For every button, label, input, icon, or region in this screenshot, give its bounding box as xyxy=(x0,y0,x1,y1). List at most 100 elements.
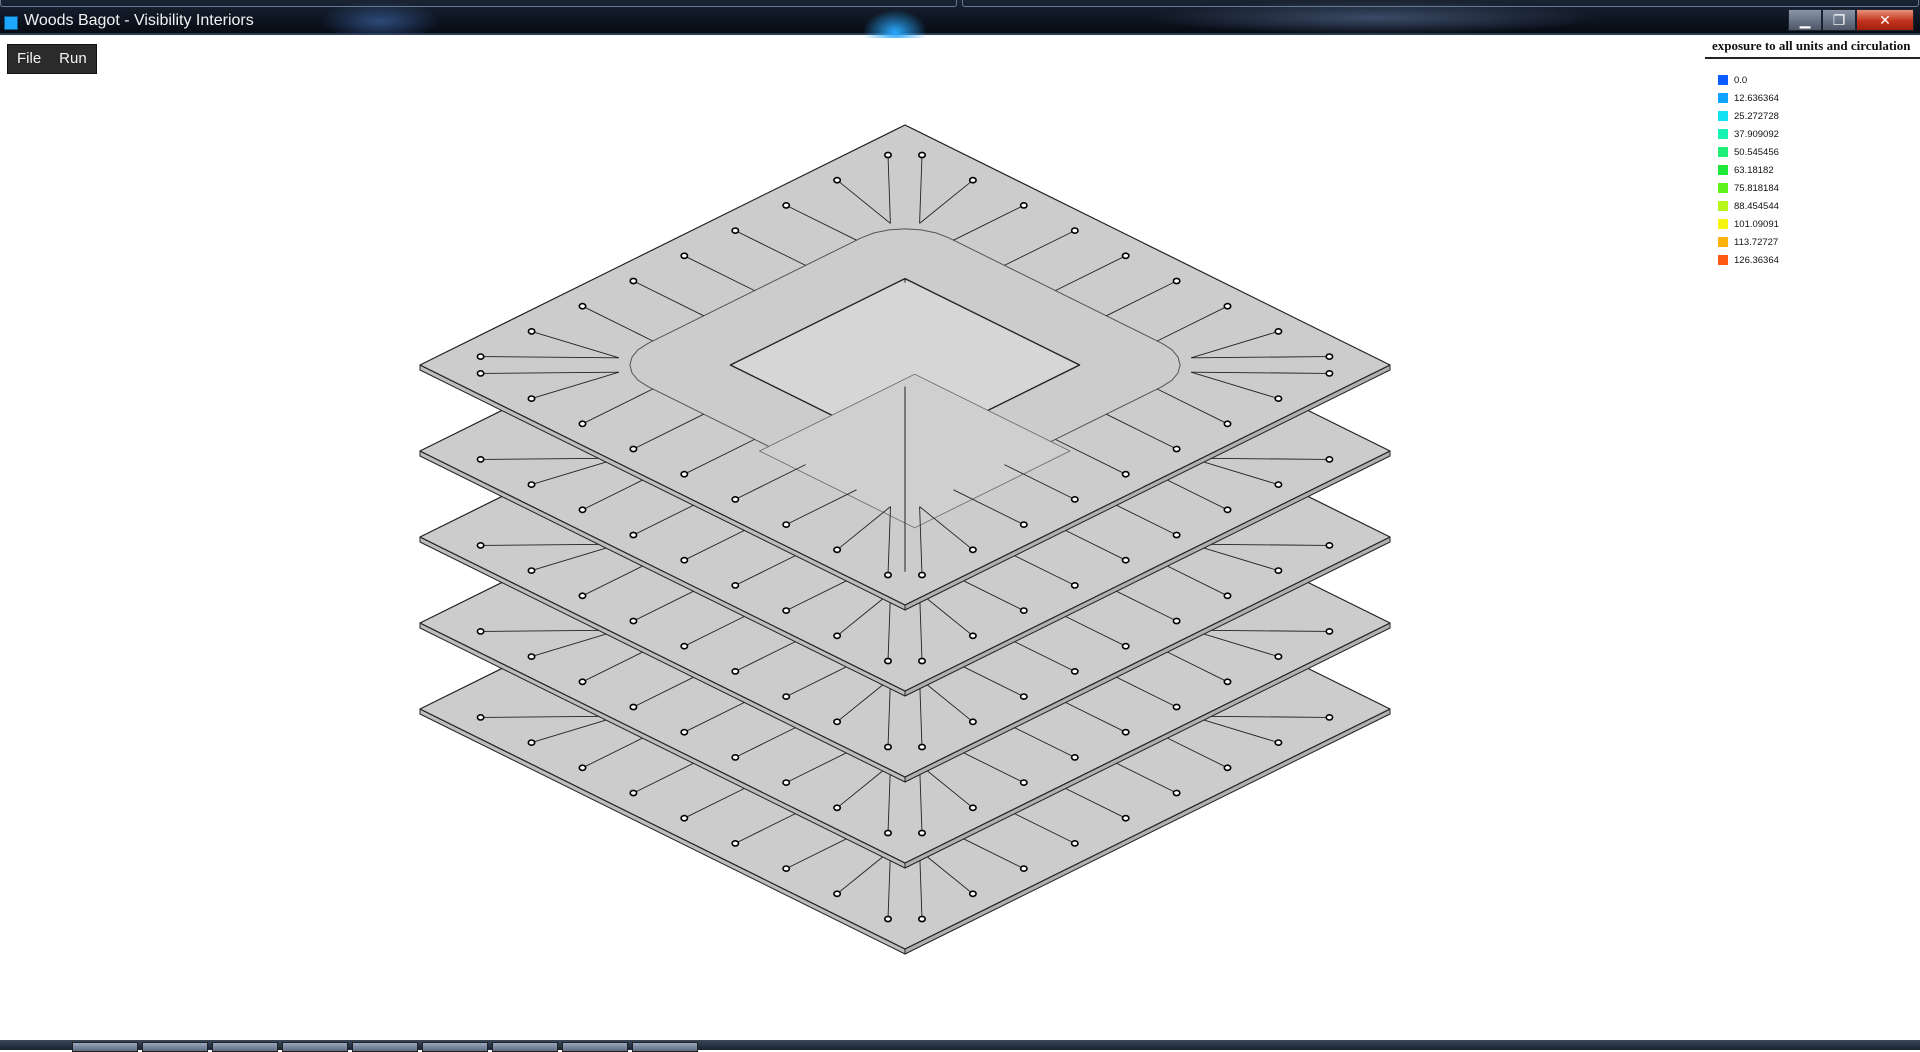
unit-node-icon[interactable] xyxy=(1274,395,1283,402)
unit-node-icon[interactable] xyxy=(1274,481,1283,488)
3d-viewport[interactable] xyxy=(0,35,1920,1040)
unit-node-icon[interactable] xyxy=(1121,728,1130,736)
unit-node-icon[interactable] xyxy=(917,743,926,751)
unit-node-icon[interactable] xyxy=(1121,814,1130,822)
unit-node-icon[interactable] xyxy=(1121,252,1130,260)
unit-node-icon[interactable] xyxy=(833,632,842,640)
unit-node-icon[interactable] xyxy=(833,890,842,898)
unit-node-icon[interactable] xyxy=(1172,277,1181,285)
unit-node-icon[interactable] xyxy=(578,764,587,772)
unit-node-icon[interactable] xyxy=(1274,653,1283,660)
unit-node-icon[interactable] xyxy=(578,420,587,428)
unit-node-icon[interactable] xyxy=(782,865,791,872)
unit-node-icon[interactable] xyxy=(731,754,740,761)
unit-node-icon[interactable] xyxy=(1325,353,1334,360)
unit-node-icon[interactable] xyxy=(782,607,791,614)
unit-node-icon[interactable] xyxy=(731,227,740,234)
unit-node-icon[interactable] xyxy=(968,632,977,640)
unit-node-icon[interactable] xyxy=(629,277,638,285)
taskbar-button[interactable] xyxy=(422,1042,488,1052)
unit-node-icon[interactable] xyxy=(1274,567,1283,574)
taskbar-button[interactable] xyxy=(282,1042,348,1052)
unit-node-icon[interactable] xyxy=(1019,779,1028,786)
unit-node-icon[interactable] xyxy=(1172,617,1181,625)
unit-node-icon[interactable] xyxy=(476,353,485,360)
unit-node-icon[interactable] xyxy=(680,728,689,736)
unit-node-icon[interactable] xyxy=(578,302,587,310)
taskbar-button[interactable] xyxy=(142,1042,208,1052)
unit-node-icon[interactable] xyxy=(680,642,689,650)
unit-node-icon[interactable] xyxy=(917,829,926,837)
unit-node-icon[interactable] xyxy=(680,470,689,478)
unit-node-icon[interactable] xyxy=(476,369,485,377)
unit-node-icon[interactable] xyxy=(578,678,587,686)
unit-node-icon[interactable] xyxy=(883,657,892,665)
unit-node-icon[interactable] xyxy=(1172,445,1181,453)
unit-node-icon[interactable] xyxy=(731,582,740,589)
unit-node-icon[interactable] xyxy=(1325,628,1334,635)
unit-node-icon[interactable] xyxy=(1070,582,1079,589)
unit-node-icon[interactable] xyxy=(1223,592,1232,600)
taskbar-button[interactable] xyxy=(212,1042,278,1052)
unit-node-icon[interactable] xyxy=(476,455,485,463)
unit-node-icon[interactable] xyxy=(1325,455,1334,463)
unit-node-icon[interactable] xyxy=(833,546,842,554)
close-button[interactable]: ✕ xyxy=(1856,9,1914,31)
taskbar-button[interactable] xyxy=(72,1042,138,1052)
unit-node-icon[interactable] xyxy=(1325,369,1334,377)
unit-node-icon[interactable] xyxy=(883,151,892,159)
unit-node-icon[interactable] xyxy=(1223,764,1232,772)
unit-node-icon[interactable] xyxy=(527,327,536,335)
unit-node-icon[interactable] xyxy=(917,151,926,159)
unit-node-icon[interactable] xyxy=(968,890,977,898)
unit-node-icon[interactable] xyxy=(1070,495,1079,503)
taskbar-button[interactable] xyxy=(562,1042,628,1052)
unit-node-icon[interactable] xyxy=(782,693,791,700)
unit-node-icon[interactable] xyxy=(629,703,638,711)
unit-node-icon[interactable] xyxy=(1070,227,1079,234)
unit-node-icon[interactable] xyxy=(1223,678,1232,686)
unit-node-icon[interactable] xyxy=(917,915,926,923)
unit-node-icon[interactable] xyxy=(1121,470,1130,478)
unit-node-icon[interactable] xyxy=(629,617,638,625)
unit-node-icon[interactable] xyxy=(680,556,689,564)
unit-node-icon[interactable] xyxy=(578,506,587,514)
unit-node-icon[interactable] xyxy=(968,804,977,812)
unit-node-icon[interactable] xyxy=(968,718,977,726)
unit-node-icon[interactable] xyxy=(1121,642,1130,650)
unit-node-icon[interactable] xyxy=(917,657,926,665)
unit-node-icon[interactable] xyxy=(476,628,485,635)
unit-node-icon[interactable] xyxy=(476,714,485,721)
unit-node-icon[interactable] xyxy=(1325,542,1334,549)
unit-node-icon[interactable] xyxy=(527,481,536,488)
unit-node-icon[interactable] xyxy=(731,840,740,847)
unit-node-icon[interactable] xyxy=(527,739,536,746)
unit-node-icon[interactable] xyxy=(629,789,638,797)
unit-node-icon[interactable] xyxy=(917,571,926,579)
unit-node-icon[interactable] xyxy=(1019,201,1028,209)
unit-node-icon[interactable] xyxy=(968,546,977,554)
unit-node-icon[interactable] xyxy=(883,915,892,923)
unit-node-icon[interactable] xyxy=(833,718,842,726)
unit-node-icon[interactable] xyxy=(527,395,536,402)
unit-node-icon[interactable] xyxy=(1019,865,1028,872)
maximize-button[interactable]: ❐ xyxy=(1822,9,1856,31)
unit-node-icon[interactable] xyxy=(731,495,740,503)
unit-node-icon[interactable] xyxy=(1070,754,1079,761)
unit-node-icon[interactable] xyxy=(883,743,892,751)
unit-node-icon[interactable] xyxy=(1070,668,1079,675)
taskbar-button[interactable] xyxy=(632,1042,698,1052)
unit-node-icon[interactable] xyxy=(833,804,842,812)
taskbar-button[interactable] xyxy=(492,1042,558,1052)
unit-node-icon[interactable] xyxy=(1121,556,1130,564)
unit-node-icon[interactable] xyxy=(527,567,536,574)
unit-node-icon[interactable] xyxy=(629,445,638,453)
unit-node-icon[interactable] xyxy=(1070,840,1079,847)
menu-file[interactable]: File xyxy=(8,45,50,73)
unit-node-icon[interactable] xyxy=(1019,607,1028,614)
unit-node-icon[interactable] xyxy=(1274,739,1283,746)
unit-node-icon[interactable] xyxy=(527,653,536,660)
unit-node-icon[interactable] xyxy=(782,521,791,528)
taskbar-button[interactable] xyxy=(352,1042,418,1052)
unit-node-icon[interactable] xyxy=(782,201,791,209)
